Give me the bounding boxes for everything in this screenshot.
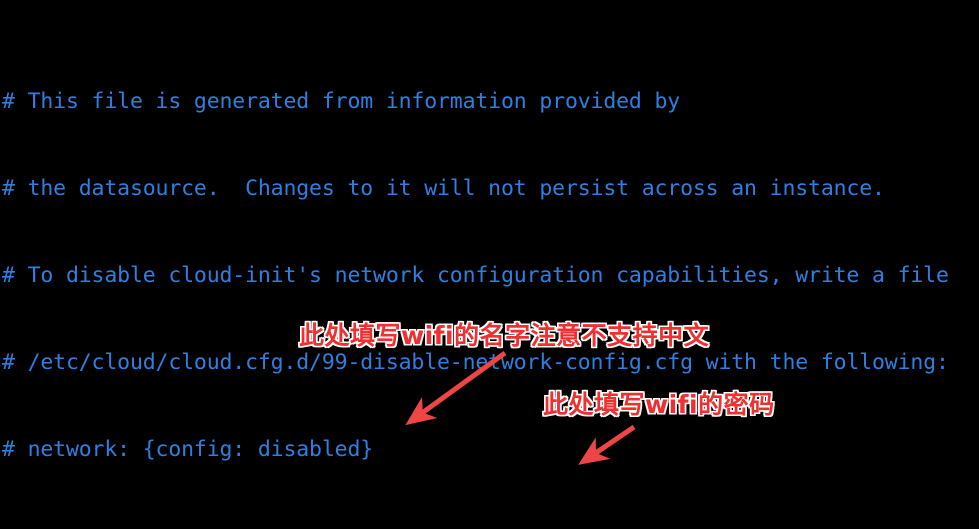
comment-text: # /etc/cloud/cloud.cfg.d/99-disable-netw… bbox=[2, 350, 949, 375]
terminal-line-comment: # /etc/cloud/cloud.cfg.d/99-disable-netw… bbox=[0, 348, 979, 377]
comment-text: # network: {config: disabled} bbox=[2, 437, 374, 462]
terminal-line-comment: # This file is generated from informatio… bbox=[0, 87, 979, 116]
comment-text: # the datasource. Changes to it will not… bbox=[2, 176, 885, 201]
terminal-window[interactable]: # This file is generated from informatio… bbox=[0, 0, 979, 529]
comment-text: # This file is generated from informatio… bbox=[2, 89, 681, 114]
annotation-label-password: 此处填写wifi的密码 bbox=[543, 390, 775, 419]
comment-text: # To disable cloud-init's network config… bbox=[2, 263, 949, 288]
terminal-text-area[interactable]: # This file is generated from informatio… bbox=[0, 0, 979, 529]
terminal-line-comment: # the datasource. Changes to it will not… bbox=[0, 174, 979, 203]
annotation-label-ssid: 此处填写wifi的名字注意不支持中文 bbox=[299, 321, 710, 350]
terminal-line-comment: # network: {config: disabled} bbox=[0, 435, 979, 464]
terminal-line-comment: # To disable cloud-init's network config… bbox=[0, 261, 979, 290]
